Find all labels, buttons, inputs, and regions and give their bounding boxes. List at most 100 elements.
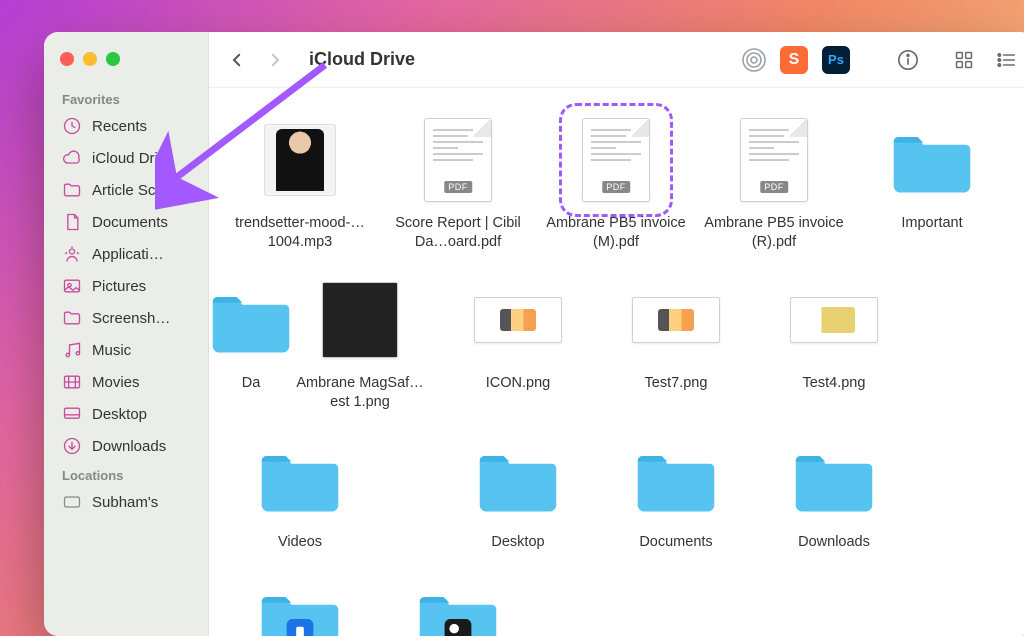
file-label: ICON.png (486, 374, 550, 393)
sidebar-item-label: Screensh… (92, 310, 170, 327)
doc-icon (62, 212, 82, 232)
sidebar-item-downloads[interactable]: Downloads (54, 430, 198, 462)
main-area: iCloud Drive S Ps trendsetter-mood-…100 (209, 32, 1024, 636)
file-item[interactable]: Important (853, 108, 1011, 268)
sidebar-item-label: Recents (92, 118, 147, 135)
file-label: Ambrane PB5 invoice (R).pdf (701, 214, 847, 252)
sidebar-item-label: Movies (92, 374, 140, 391)
sidebar-item-label: Article Sc… (92, 182, 170, 199)
file-label: Downloads (798, 533, 870, 552)
file-thumbnail (256, 435, 344, 523)
sidebar-item-label: Desktop (92, 406, 147, 423)
info-button[interactable] (896, 48, 920, 72)
list-view-button[interactable] (994, 48, 1018, 72)
file-item[interactable]: Keynote (221, 568, 379, 636)
file-thumbnail (256, 116, 344, 204)
file-thumbnail: PDF (730, 116, 818, 204)
file-label: Important (901, 214, 962, 233)
file-item[interactable]: Test7.png (597, 268, 755, 428)
file-item[interactable]: trendsetter-mood-…1004.mp3 (221, 108, 379, 268)
sidebar-section-heading: Locations (54, 462, 198, 486)
desktop-icon (62, 404, 82, 424)
film-icon (62, 372, 82, 392)
sidebar-item-screensh-[interactable]: Screensh… (54, 302, 198, 334)
forward-button[interactable] (263, 48, 287, 72)
file-thumbnail (474, 276, 562, 364)
file-thumbnail (414, 576, 502, 636)
sidebar-item-applicati-[interactable]: Applicati… (54, 238, 198, 270)
drive-icon (62, 492, 82, 512)
file-item[interactable]: Test4.png (755, 268, 913, 428)
icon-view-button[interactable] (952, 48, 976, 72)
image-icon (62, 276, 82, 296)
file-item[interactable]: PDF Ambrane PB5 invoice (M).pdf (537, 108, 695, 268)
file-item[interactable]: Da (221, 268, 281, 428)
sidebar-item-label: Subham's (92, 494, 158, 511)
close-button[interactable] (60, 52, 74, 66)
sidebar-item-subham-s[interactable]: Subham's (54, 486, 198, 518)
file-item[interactable]: PDF Ambrane PB5 invoice (R).pdf (695, 108, 853, 268)
file-thumbnail (256, 576, 344, 636)
app-icon-s[interactable]: S (780, 46, 808, 74)
file-thumbnail (632, 435, 720, 523)
back-button[interactable] (225, 48, 249, 72)
file-label: Score Report | Cibil Da…oard.pdf (385, 214, 531, 252)
folder-icon (62, 308, 82, 328)
file-grid: trendsetter-mood-…1004.mp3 PDF Score Repor… (209, 88, 1024, 636)
file-item[interactable]: Documents (597, 427, 755, 568)
toolbar: iCloud Drive S Ps (209, 32, 1024, 88)
finder-window: Favorites Recents iCloud Dri… Article Sc… Do… (44, 32, 1024, 636)
file-label: Ambrane MagSaf…est 1.png (287, 374, 433, 412)
sidebar-item-label: Applicati… (92, 246, 164, 263)
sidebar-item-movies[interactable]: Movies (54, 366, 198, 398)
music-icon (62, 340, 82, 360)
window-controls (54, 44, 198, 86)
file-label: trendsetter-mood-…1004.mp3 (227, 214, 373, 252)
file-label: Test4.png (803, 374, 866, 393)
sidebar-item-documents[interactable]: Documents (54, 206, 198, 238)
sidebar-item-pictures[interactable]: Pictures (54, 270, 198, 302)
sidebar-item-label: iCloud Dri… (92, 150, 173, 167)
minimize-button[interactable] (83, 52, 97, 66)
file-label: Documents (639, 533, 712, 552)
app-icon-ps[interactable]: Ps (822, 46, 850, 74)
sidebar-item-recents[interactable]: Recents (54, 110, 198, 142)
file-item[interactable]: Ambrane MagSaf…est 1.png (281, 268, 439, 428)
file-label: Ambrane PB5 invoice (M).pdf (543, 214, 689, 252)
sidebar-item-article-sc-[interactable]: Article Sc… (54, 174, 198, 206)
clock-icon (62, 116, 82, 136)
sidebar-item-desktop[interactable]: Desktop (54, 398, 198, 430)
file-item[interactable]: Desktop (439, 427, 597, 568)
sidebar-section-heading: Favorites (54, 86, 198, 110)
app-icon (62, 244, 82, 264)
file-item[interactable]: Videos (221, 427, 379, 568)
sidebar-item-label: Documents (92, 214, 168, 231)
sidebar-item-music[interactable]: Music (54, 334, 198, 366)
file-thumbnail (316, 276, 404, 364)
fullscreen-button[interactable] (106, 52, 120, 66)
sidebar-item-label: Music (92, 342, 131, 359)
location-title: iCloud Drive (309, 49, 415, 70)
file-item[interactable]: Downloads (755, 427, 913, 568)
sidebar: Favorites Recents iCloud Dri… Article Sc… Do… (44, 32, 209, 636)
file-thumbnail (888, 116, 976, 204)
file-thumbnail (790, 276, 878, 364)
file-item[interactable]: PDF Score Report | Cibil Da…oard.pdf (379, 108, 537, 268)
file-thumbnail (790, 435, 878, 523)
file-item[interactable]: Listy (379, 568, 537, 636)
sidebar-item-label: Pictures (92, 278, 146, 295)
file-label: Da (242, 374, 261, 393)
download-icon (62, 436, 82, 456)
file-thumbnail: PDF (572, 116, 660, 204)
file-item[interactable]: ICON.png (439, 268, 597, 428)
file-label: Videos (278, 533, 322, 552)
file-label: Test7.png (645, 374, 708, 393)
file-item[interactable] (379, 427, 439, 568)
airdrop-icon[interactable] (742, 48, 766, 72)
sidebar-item-label: Downloads (92, 438, 166, 455)
file-thumbnail (474, 435, 562, 523)
file-label: Desktop (491, 533, 544, 552)
sidebar-item-icloud-dri-[interactable]: iCloud Dri… (54, 142, 198, 174)
file-thumbnail (632, 276, 720, 364)
file-thumbnail: PDF (414, 116, 502, 204)
